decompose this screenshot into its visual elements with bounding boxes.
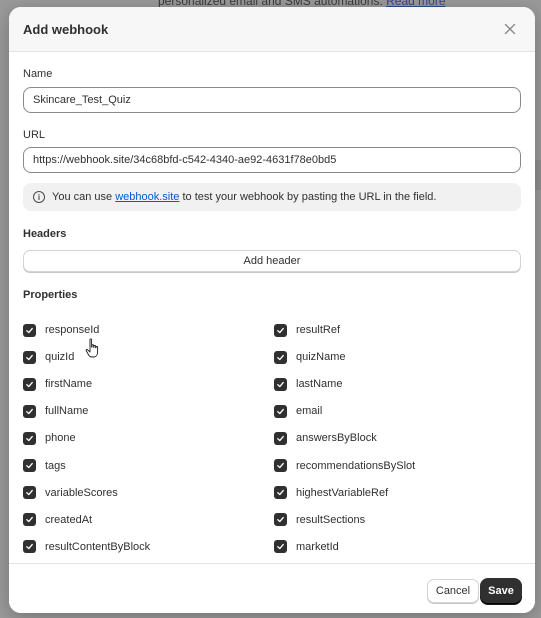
property-label: highestVariableRef: [296, 486, 389, 499]
name-label: Name: [23, 68, 53, 80]
property-label: resultContentByBlock: [45, 540, 151, 553]
property-checkbox-item[interactable]: createdAt: [23, 511, 92, 529]
checkbox-checked-icon[interactable]: [274, 459, 287, 472]
property-label: fullName: [45, 405, 89, 418]
checkbox-checked-icon[interactable]: [23, 323, 36, 337]
property-label: quizName: [296, 351, 346, 364]
headers-heading: Headers: [23, 228, 67, 240]
property-checkbox-item[interactable]: variableScores: [23, 484, 118, 502]
property-checkbox-item[interactable]: recommendationsBySlot: [274, 457, 415, 475]
property-checkbox-item[interactable]: firstName: [23, 375, 92, 393]
property-label: createdAt: [45, 513, 93, 526]
add-header-button[interactable]: Add header: [23, 250, 521, 272]
property-checkbox-item[interactable]: resultRef: [274, 321, 340, 339]
info-banner: i You can use webhook.site to test your …: [23, 183, 521, 211]
add-webhook-modal: Add webhook Name URL i You can use webho…: [9, 7, 535, 613]
property-checkbox-item[interactable]: email: [274, 402, 322, 420]
property-checkbox-item[interactable]: highestVariableRef: [274, 484, 388, 502]
property-checkbox-item[interactable]: quizName: [274, 348, 346, 366]
checkbox-checked-icon[interactable]: [274, 323, 287, 337]
properties-heading: Properties: [23, 289, 78, 301]
info-prefix: You can use: [52, 191, 116, 203]
checkbox-checked-icon[interactable]: [23, 431, 36, 445]
checkbox-checked-icon[interactable]: [274, 350, 287, 364]
property-checkbox-item[interactable]: phone: [23, 429, 76, 447]
save-button[interactable]: Save: [480, 578, 522, 604]
property-label: resultRef: [296, 324, 341, 336]
webhook-site-link[interactable]: webhook.site: [115, 191, 179, 203]
checkbox-checked-icon[interactable]: [23, 513, 36, 527]
checkbox-checked-icon[interactable]: [274, 431, 287, 445]
property-label: recommendationsBySlot: [296, 459, 416, 472]
checkbox-checked-icon[interactable]: [274, 513, 287, 527]
property-checkbox-item[interactable]: marketId: [274, 538, 339, 556]
checkbox-checked-icon[interactable]: [274, 377, 287, 391]
property-label: answersByBlock: [296, 432, 377, 445]
checkbox-checked-icon[interactable]: [23, 459, 36, 472]
property-checkbox-item[interactable]: tags: [23, 457, 66, 475]
property-label: email: [296, 405, 323, 418]
cancel-button[interactable]: Cancel: [427, 579, 479, 603]
background-edge: [535, 160, 541, 190]
property-label: resultSections: [296, 513, 366, 526]
property-label: responseId: [45, 324, 100, 336]
url-input[interactable]: [23, 147, 521, 173]
info-suffix: to test your webhook by pasting the URL …: [179, 191, 437, 203]
property-label: firstName: [45, 378, 93, 391]
property-label: tags: [45, 459, 66, 472]
property-checkbox-item[interactable]: quizId: [23, 348, 74, 366]
close-icon[interactable]: [499, 18, 521, 40]
property-checkbox-item[interactable]: resultContentByBlock: [23, 538, 150, 556]
checkbox-checked-icon[interactable]: [23, 540, 36, 554]
modal-title: Add webhook: [23, 21, 109, 37]
property-label: quizId: [45, 351, 75, 364]
hand-cursor-icon: [85, 338, 99, 358]
property-label: phone: [45, 432, 76, 445]
url-label: URL: [23, 129, 46, 141]
property-checkbox-item[interactable]: answersByBlock: [274, 429, 377, 447]
property-label: marketId: [296, 540, 339, 553]
checkbox-checked-icon[interactable]: [274, 486, 287, 500]
property-checkbox-item[interactable]: lastName: [274, 375, 342, 393]
name-input[interactable]: [23, 87, 521, 113]
property-checkbox-item[interactable]: fullName: [23, 402, 88, 420]
checkbox-checked-icon[interactable]: [23, 404, 36, 418]
modal-header: Add webhook: [9, 7, 535, 52]
property-label: lastName: [296, 378, 343, 391]
checkbox-checked-icon[interactable]: [274, 404, 287, 418]
property-checkbox-item[interactable]: responseId: [23, 321, 99, 339]
modal-footer: Cancel Save: [9, 563, 535, 613]
info-icon: i: [33, 191, 45, 203]
property-checkbox-item[interactable]: resultSections: [274, 511, 365, 529]
checkbox-checked-icon[interactable]: [23, 377, 36, 391]
checkbox-checked-icon[interactable]: [274, 540, 287, 554]
checkbox-checked-icon[interactable]: [23, 486, 36, 500]
property-label: variableScores: [45, 486, 118, 499]
checkbox-checked-icon[interactable]: [23, 350, 36, 364]
